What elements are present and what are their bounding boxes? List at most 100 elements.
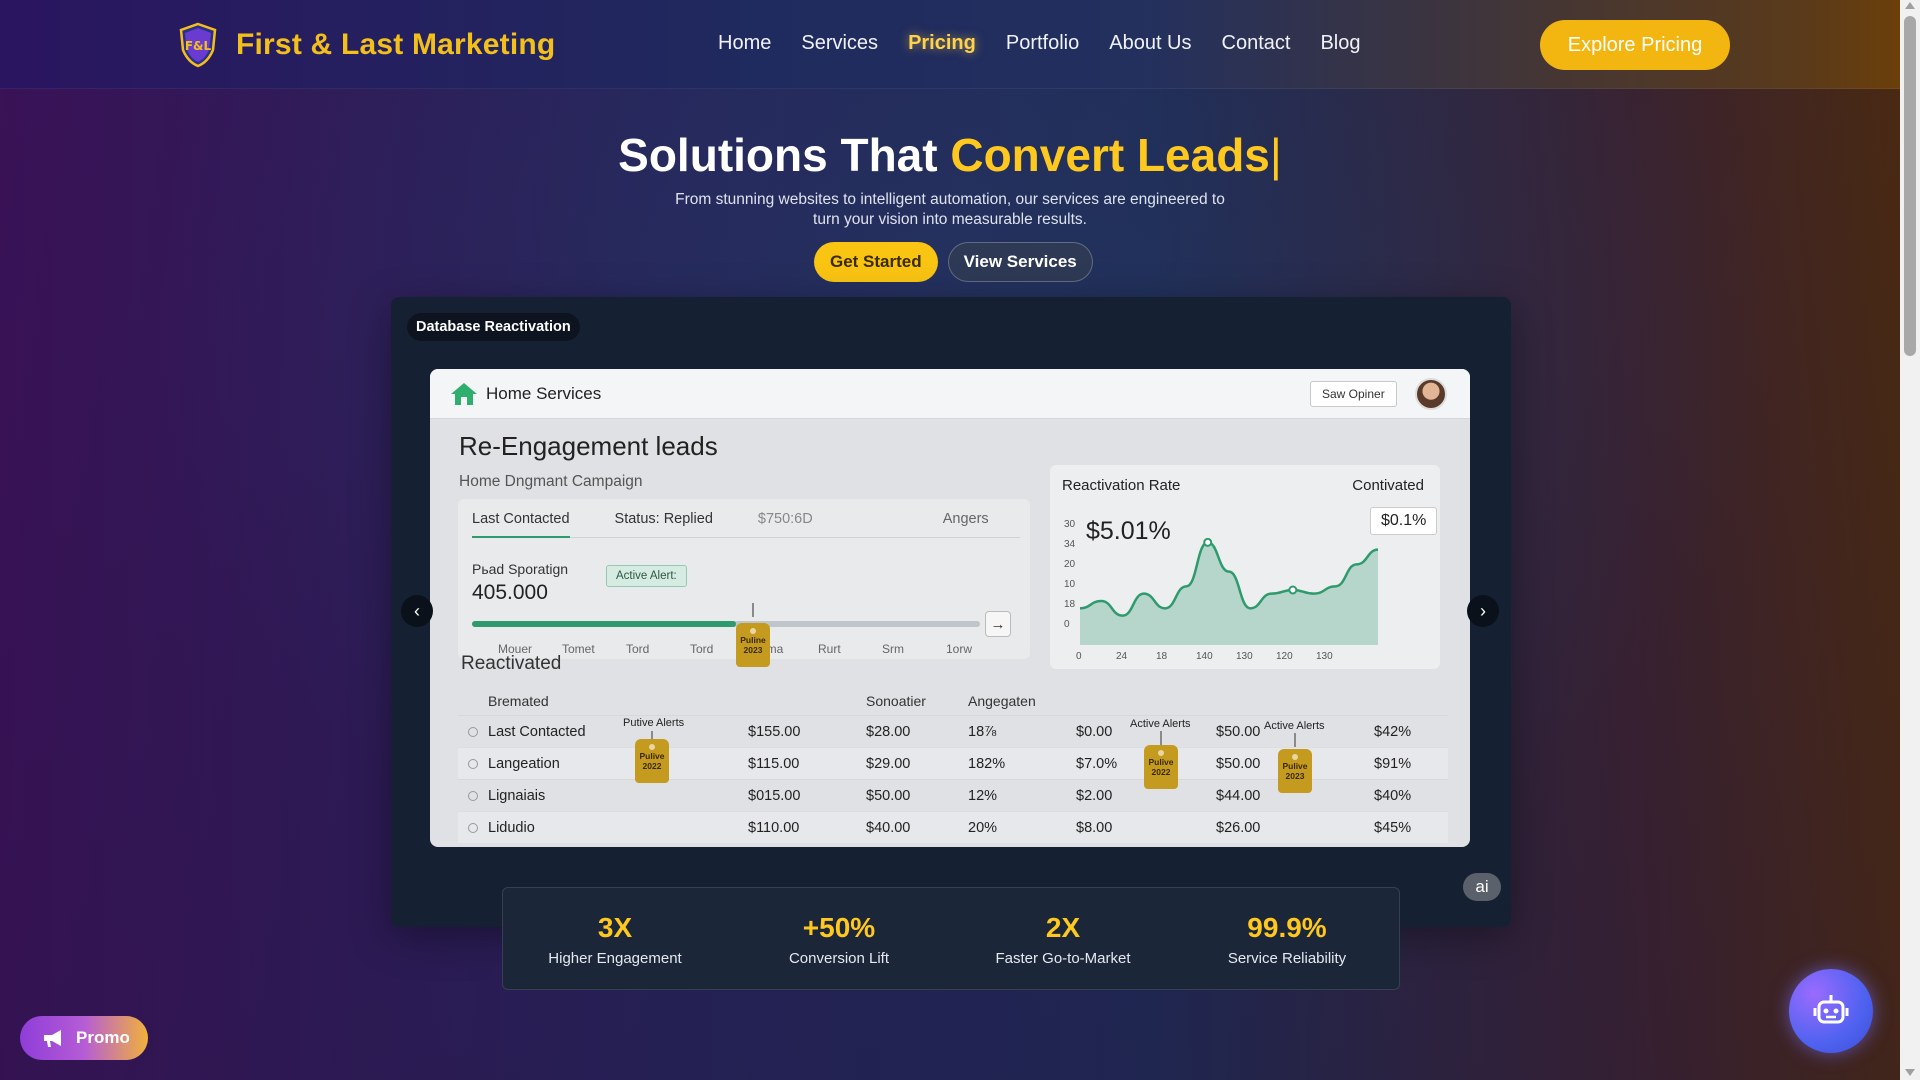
- stat-item: 2X Faster Go-to-Market: [951, 888, 1175, 989]
- dashboard-mockup: Home Services Saw Opiner Re-Engagement l…: [430, 369, 1470, 847]
- arrow-right-icon[interactable]: →: [985, 611, 1011, 637]
- table-row[interactable]: Lidudio $110.00 $40.00 20% $8.00 $26.00 …: [458, 811, 1448, 843]
- nav-services[interactable]: Services: [801, 32, 878, 55]
- price-tag-icon: Pulive 2022: [635, 739, 669, 783]
- tag-stem: [1160, 731, 1162, 745]
- stat-label: Conversion Lift: [788, 950, 890, 967]
- section-label: Reactivated: [461, 653, 562, 674]
- explore-pricing-button[interactable]: Explore Pricing: [1540, 20, 1730, 70]
- table-cell: 20%: [968, 819, 998, 836]
- x-tick-label: 130: [1236, 651, 1253, 662]
- brand-name: First & Last Marketing: [236, 28, 556, 61]
- tick-label: Rurt: [818, 642, 841, 656]
- y-tick-label: 18: [1064, 599, 1076, 610]
- chevron-left-icon[interactable]: ‹: [401, 595, 433, 627]
- y-tick-label: 20: [1064, 559, 1076, 570]
- stat-value: 3X: [597, 912, 633, 943]
- active-alert-pill: Active Alert:: [606, 565, 687, 587]
- lead-tabs: Last Contacted Status: Replied $750:6D A…: [472, 511, 1020, 538]
- table-cell: $29.00: [866, 755, 911, 772]
- get-started-button[interactable]: Get Started: [814, 242, 938, 282]
- dashboard-app-name: Home Services: [486, 383, 602, 403]
- nav-about[interactable]: About Us: [1109, 32, 1191, 55]
- table-cell: $2.00: [1076, 787, 1113, 804]
- promo-label: Promo: [76, 1028, 130, 1047]
- table-cell: 18⅞: [968, 723, 997, 740]
- shield-logo-icon: F&L: [179, 22, 217, 68]
- table-cell: $28.00: [866, 723, 911, 740]
- dashboard-subtitle: Home Dngmant Campaign: [459, 473, 643, 490]
- column-header: Sonoatier: [866, 693, 926, 709]
- stat-item: 3X Higher Engagement: [503, 888, 727, 989]
- table-cell: $91%: [1374, 755, 1412, 772]
- typing-caret: |: [1269, 129, 1282, 181]
- stat-value: 99.9%: [1247, 912, 1327, 943]
- y-tick-label: 10: [1064, 579, 1076, 590]
- column-header: Bremated: [488, 693, 549, 709]
- row-radio[interactable]: [468, 726, 478, 737]
- scroll-down-arrow-icon[interactable]: [1905, 1069, 1915, 1076]
- row-radio[interactable]: [468, 822, 478, 833]
- tag-label: Putive Alerts: [623, 717, 685, 729]
- house-icon: [451, 382, 477, 405]
- rate-chip: $0.1%: [1370, 507, 1438, 535]
- lead-slider[interactable]: [472, 621, 980, 627]
- tag-stem: [752, 603, 754, 617]
- reactivation-rate-card: Reactivation Rate Contivated 30 34 20 10 18 0…: [1050, 465, 1440, 669]
- nav-links: Home Services Pricing Portfolio About Us…: [718, 32, 1360, 55]
- price-tag-icon: Pulive 2022: [1144, 745, 1178, 789]
- brand[interactable]: F&L First & Last Marketing: [178, 22, 555, 68]
- table-cell: Last Contacted: [488, 723, 586, 740]
- showcase-carousel: Database Reactivation Home Services Saw …: [391, 297, 1511, 927]
- chart-point: [1288, 585, 1298, 595]
- scroll-up-arrow-icon[interactable]: [1905, 2, 1915, 9]
- y-tick-label: 34: [1064, 539, 1076, 550]
- stat-item: +50% Conversion Lift: [727, 888, 951, 989]
- nav-contact[interactable]: Contact: [1222, 32, 1291, 55]
- metric-label: Pьad Sporatign: [472, 561, 569, 577]
- ai-chip[interactable]: ai: [1463, 873, 1501, 901]
- hero-title-highlight: Convert Leads: [950, 129, 1270, 181]
- tick-label: Srm: [882, 642, 904, 656]
- x-tick-label: 140: [1196, 651, 1213, 662]
- nav-portfolio[interactable]: Portfolio: [1006, 32, 1079, 55]
- price-tag-icon: Puline 2023: [736, 623, 770, 667]
- y-tick-label: 0: [1064, 619, 1070, 630]
- row-radio[interactable]: [468, 758, 478, 769]
- table-cell: $155.00: [748, 723, 801, 740]
- column-header: Angegaten: [968, 693, 1036, 709]
- tag-stem: [1294, 733, 1296, 747]
- view-services-button[interactable]: View Services: [947, 242, 1093, 282]
- table-cell: Lidudio: [488, 819, 535, 836]
- y-tick-label: 30: [1064, 519, 1076, 530]
- rate-card-title: Reactivation Rate: [1062, 477, 1181, 494]
- tab-status-replied[interactable]: Status: Replied: [615, 511, 713, 527]
- row-radio[interactable]: [468, 790, 478, 801]
- stat-value: 2X: [1045, 912, 1081, 943]
- avatar[interactable]: [1415, 378, 1447, 410]
- chatbot-button[interactable]: [1789, 969, 1873, 1053]
- stat-label: Service Reliability: [1227, 950, 1347, 967]
- tab-last-contacted[interactable]: Last Contacted: [472, 511, 570, 538]
- page-scrollbar[interactable]: [1900, 0, 1920, 1080]
- chevron-right-icon[interactable]: ›: [1467, 595, 1499, 627]
- slider-fill: [472, 621, 737, 627]
- scroll-thumb[interactable]: [1904, 16, 1916, 356]
- chart-area: [1080, 542, 1378, 645]
- dashboard-top-button[interactable]: Saw Opiner: [1310, 381, 1397, 407]
- dashboard-topbar: Home Services Saw Opiner: [430, 369, 1470, 419]
- promo-button[interactable]: Promo: [20, 1016, 148, 1060]
- x-tick-label: 130: [1316, 651, 1333, 662]
- table-cell: 182%: [968, 755, 1006, 772]
- nav-home[interactable]: Home: [718, 32, 771, 55]
- nav-blog[interactable]: Blog: [1320, 32, 1360, 55]
- table-cell: $110.00: [748, 819, 800, 836]
- tag-label: Active Alerts: [1130, 718, 1191, 730]
- table-cell: 12%: [968, 787, 998, 804]
- stat-value: +50%: [802, 912, 876, 943]
- tab-angers[interactable]: Angers: [943, 511, 989, 527]
- tab-amount[interactable]: $750:6D: [758, 511, 813, 527]
- nav-pricing[interactable]: Pricing: [908, 32, 976, 55]
- stat-item: 99.9% Service Reliability: [1175, 888, 1399, 989]
- tag-label: Active Alerts: [1264, 720, 1325, 732]
